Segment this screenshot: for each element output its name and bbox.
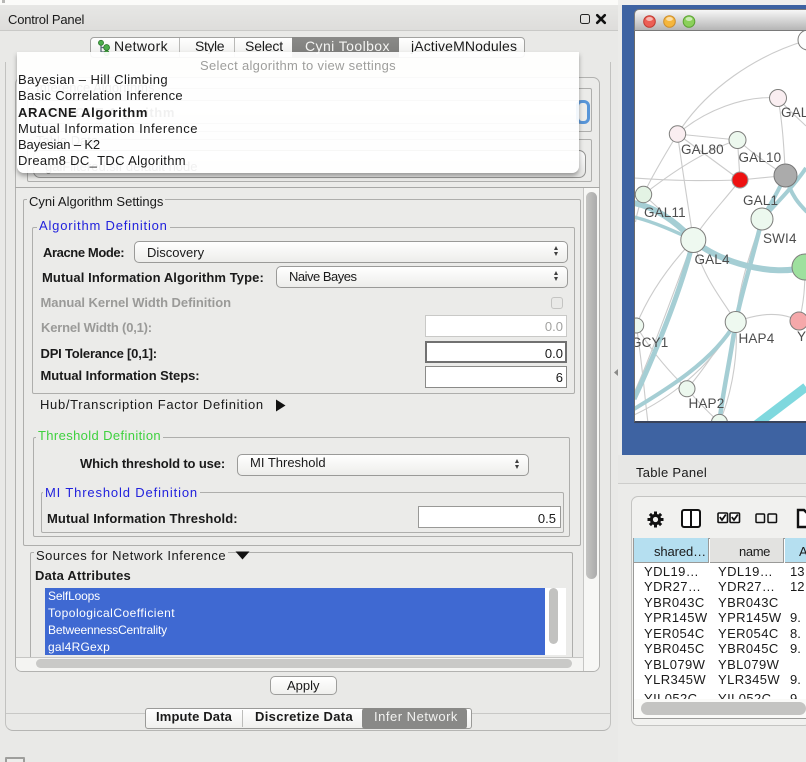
svg-text:GAL1: GAL1 — [743, 193, 778, 208]
svg-text:GAL4: GAL4 — [695, 252, 730, 267]
svg-text:GCY1: GCY1 — [634, 335, 668, 350]
svg-text:HAP2: HAP2 — [689, 396, 725, 411]
svg-text:GAL: GAL — [781, 105, 806, 120]
svg-text:Y: Y — [797, 329, 806, 344]
svg-text:GAL10: GAL10 — [739, 150, 782, 165]
svg-text:GAL11: GAL11 — [644, 205, 686, 220]
svg-text:SWI4: SWI4 — [763, 231, 797, 246]
svg-text:HAP4: HAP4 — [739, 331, 775, 346]
svg-text:GAL80: GAL80 — [681, 142, 724, 157]
